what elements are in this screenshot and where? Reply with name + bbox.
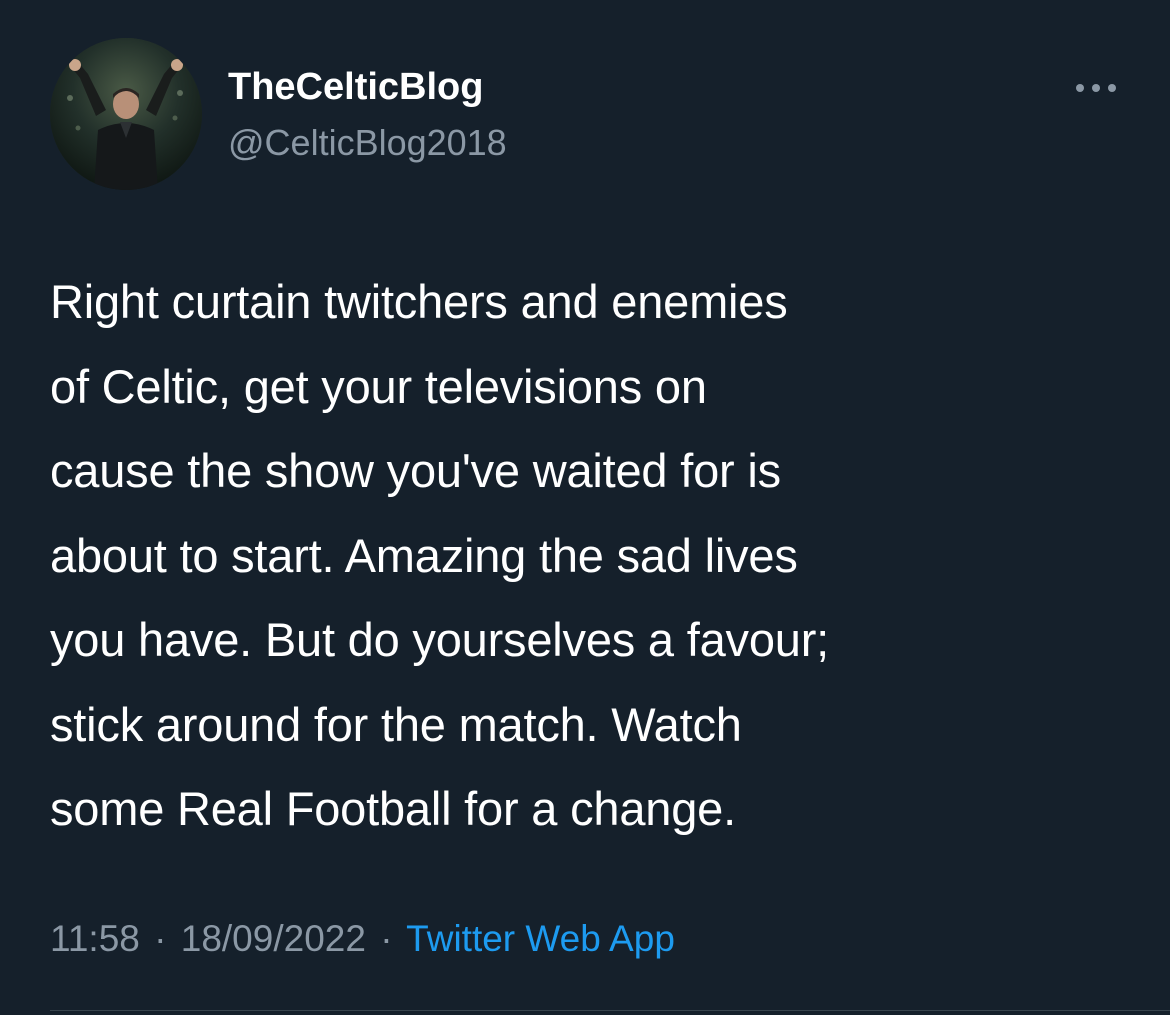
tweet-text-line: Right curtain twitchers and enemies bbox=[50, 275, 788, 328]
tweet-metadata: 11:58 · 18/09/2022 · Twitter Web App bbox=[50, 918, 675, 960]
tweet-card: TheCelticBlog @CelticBlog2018 Right curt… bbox=[0, 0, 1170, 1015]
meta-separator: · bbox=[380, 918, 393, 959]
tweet-text-line: some Real Football for a change. bbox=[50, 782, 736, 835]
author-display-name[interactable]: TheCelticBlog bbox=[228, 66, 483, 109]
ellipsis-icon bbox=[1076, 84, 1116, 92]
profile-photo-icon bbox=[50, 38, 202, 190]
author-handle[interactable]: @CelticBlog2018 bbox=[228, 122, 507, 164]
tweet-text-line: you have. But do yourselves a favour; bbox=[50, 613, 830, 666]
tweet-text-line: cause the show you've waited for is bbox=[50, 444, 781, 497]
avatar[interactable] bbox=[50, 38, 202, 190]
divider bbox=[50, 1010, 1170, 1011]
tweet-text-line: about to start. Amazing the sad lives bbox=[50, 528, 798, 582]
tweet-text-line: of Celtic, get your televisions on bbox=[50, 359, 707, 413]
tweet-time[interactable]: 11:58 bbox=[50, 918, 140, 959]
tweet-text-line: stick around for the match. Watch bbox=[50, 697, 742, 751]
tweet-source-link[interactable]: Twitter Web App bbox=[406, 918, 675, 959]
tweet-date[interactable]: 18/09/2022 bbox=[181, 918, 366, 959]
tweet-text: Right curtain twitchers and enemies of C… bbox=[50, 260, 1130, 852]
more-options-button[interactable] bbox=[1068, 72, 1124, 104]
meta-separator: · bbox=[154, 918, 167, 959]
